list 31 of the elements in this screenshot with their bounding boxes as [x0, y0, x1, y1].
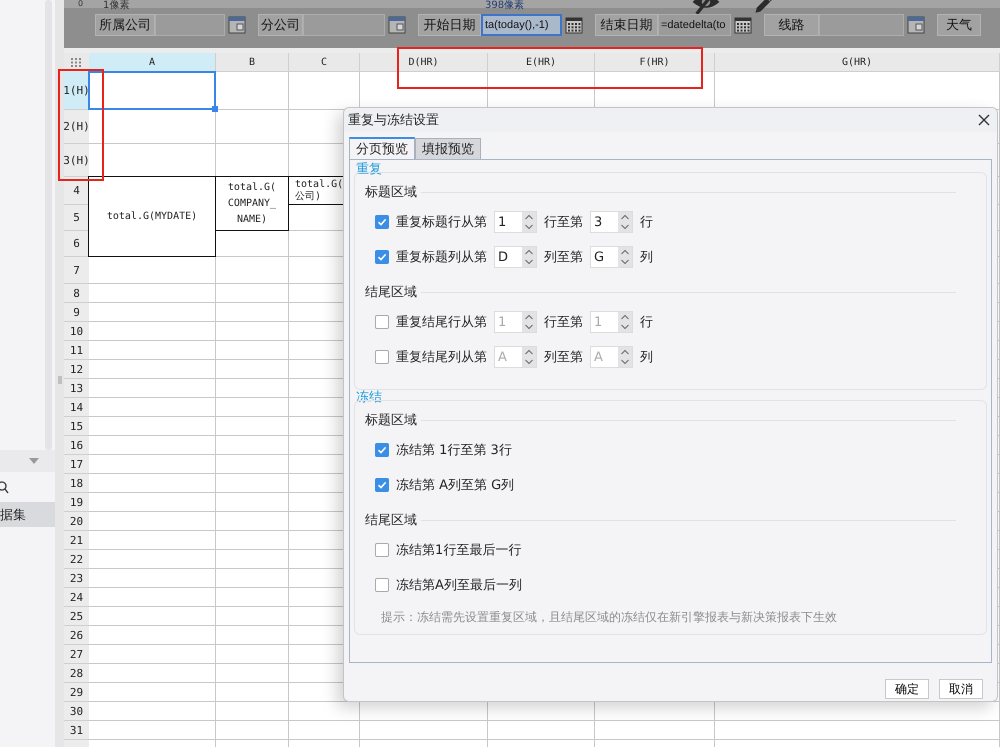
option-label: 重复标题列从第	[396, 249, 487, 266]
parameter-label: 分公司	[258, 14, 303, 36]
parameter-label: 线路	[764, 14, 819, 36]
option-label: 重复结尾行从第	[396, 314, 487, 331]
parameter-label: 开始日期	[418, 14, 481, 36]
parameter-label: 所属公司	[95, 14, 155, 36]
option-label: 列	[640, 349, 653, 366]
ruler-mark: 0	[78, 0, 84, 8]
group-title: 标题区域	[365, 412, 417, 429]
option-label: 冻结第A列至最后一列	[396, 577, 522, 594]
option-label: 冻结第 1行至第 3行	[396, 442, 512, 459]
option-label: 重复标题行从第	[396, 214, 487, 231]
option-label: 列至第	[544, 249, 583, 266]
group-title: 结尾区域	[365, 512, 417, 529]
option-label: 重复结尾列从第	[396, 349, 487, 366]
option-label: 行至第	[544, 314, 583, 331]
group-title: 标题区域	[365, 184, 417, 201]
option-label: 列	[640, 249, 653, 266]
option-label: 列至第	[544, 349, 583, 366]
size-hint: 398像素	[485, 0, 524, 11]
dialog-title: 重复与冻结设置	[348, 112, 439, 129]
size-hint: 1像素	[103, 0, 130, 11]
option-label: 行至第	[544, 214, 583, 231]
hint-text: 提示：冻结需先设置重复区域，且结尾区域的冻结仅在新引擎报表与新决策报表下生效	[380, 609, 838, 626]
option-label: 冻结第1行至最后一行	[396, 542, 522, 559]
option-label: 行	[640, 214, 653, 231]
group-title: 结尾区域	[365, 284, 417, 301]
parameter-label: 天气	[937, 14, 981, 36]
parameter-label: 结束日期	[595, 14, 658, 36]
option-label: 行	[640, 314, 653, 331]
option-label: 冻结第 A列至第 G列	[396, 477, 514, 494]
